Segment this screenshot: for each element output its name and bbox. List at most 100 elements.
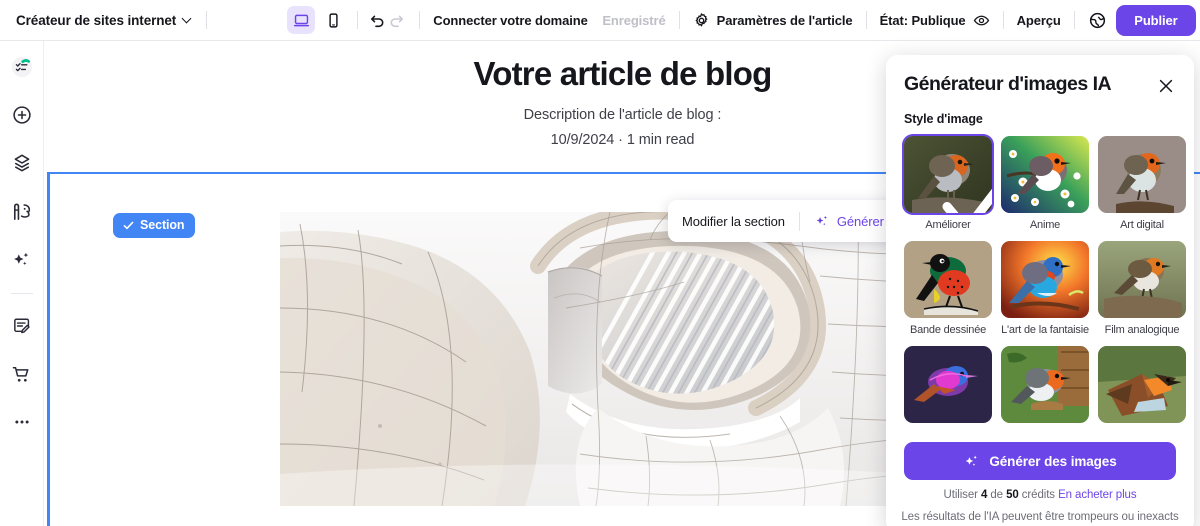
gear-icon: [695, 12, 708, 26]
divider: [206, 11, 208, 29]
saved-status: Enregistré: [602, 12, 666, 28]
redo-button[interactable]: [387, 7, 406, 33]
publish-button[interactable]: Publier: [1116, 4, 1196, 36]
style-thumbnail: [1098, 136, 1186, 213]
credits-used: 4: [980, 489, 988, 501]
brand-label: Créateur de sites internet: [16, 12, 177, 28]
layers-icon: [14, 154, 29, 172]
generate-section-button[interactable]: Générer u: [814, 213, 895, 229]
style-label: Film analogique: [1104, 324, 1180, 336]
robin-analog-film-image: [1098, 241, 1186, 318]
plus-circle-icon: [12, 106, 31, 124]
sidebar-item-ai[interactable]: [6, 243, 38, 275]
close-panel-button[interactable]: [1156, 76, 1176, 96]
robin-neon-image: [904, 346, 992, 423]
section-float-toolbar: Modifier la section Générer u: [668, 200, 909, 242]
sidebar-divider: [10, 293, 33, 294]
divider: [357, 11, 359, 29]
style-option-art-digital[interactable]: Art digital: [1098, 136, 1186, 241]
robin-comic-image: [904, 241, 992, 318]
sidebar-item-layers[interactable]: [6, 147, 38, 179]
style-option-8[interactable]: [1001, 346, 1089, 439]
style-option-7[interactable]: [904, 346, 992, 439]
divider: [865, 11, 867, 29]
device-toggle-group: [287, 6, 347, 34]
divider: [1002, 11, 1004, 29]
sparkles-icon: [14, 252, 29, 265]
section-badge[interactable]: Section: [113, 213, 196, 238]
shopping-cart-icon: [12, 366, 29, 382]
sidebar-item-blog[interactable]: [6, 310, 38, 342]
close-icon: [1159, 79, 1173, 93]
style-thumbnail: [904, 241, 992, 318]
style-label: Anime: [1029, 219, 1061, 231]
style-option-9[interactable]: [1098, 346, 1186, 439]
style-thumbnail: [1098, 346, 1186, 423]
app-root: Créateur de sites internet Connecter vot…: [0, 0, 1200, 526]
connect-domain-button[interactable]: Connecter votre domaine: [433, 13, 588, 28]
top-toolbar: Créateur de sites internet Connecter vot…: [0, 0, 1200, 41]
style-option-anime[interactable]: Anime: [1001, 136, 1089, 241]
brand-menu[interactable]: Créateur de sites internet: [0, 13, 193, 28]
sparkles-icon: [816, 215, 827, 226]
style-thumbnail: [1001, 136, 1089, 213]
style-option-film-analogique[interactable]: Film analogique: [1098, 241, 1186, 346]
credits-prefix: Utiliser: [943, 489, 978, 501]
mobile-view-button[interactable]: [319, 6, 347, 34]
generate-images-button[interactable]: Générer des images: [904, 442, 1176, 480]
credits-line: Utiliser 4 de 50 crédits En acheter plus: [886, 489, 1194, 501]
globe-icon: [1089, 12, 1105, 28]
style-option-ameliorer[interactable]: Améliorer: [904, 136, 992, 241]
generate-images-label: Générer des images: [989, 453, 1117, 469]
article-settings-button[interactable]: Paramètres de l'article: [693, 12, 853, 29]
credits-suffix: crédits: [1021, 489, 1055, 501]
style-section-label: Style d'image: [904, 112, 983, 126]
undo-arrow-icon: [371, 15, 384, 27]
style-label: Art digital: [1120, 219, 1164, 231]
style-option-art-fantaisie[interactable]: L'art de la fantaisie: [1001, 241, 1089, 346]
ai-image-generator-panel: Générateur d'images IA Style d'image Amé…: [886, 55, 1194, 526]
robin-low-poly-image: [1098, 346, 1186, 423]
style-label: L'art de la fantaisie: [1001, 324, 1089, 336]
section-badge-label: Section: [140, 218, 185, 232]
robin-anime-image: [1001, 136, 1089, 213]
redo-arrow-icon: [390, 15, 404, 27]
style-thumbnail: [904, 136, 992, 213]
desktop-view-button[interactable]: [287, 6, 316, 34]
check-icon: [123, 221, 134, 229]
sidebar-item-more[interactable]: [6, 406, 38, 438]
paint-palette-icon: [13, 202, 31, 220]
robin-3d-render-image: [1001, 346, 1089, 423]
robin-fantasy-art-image: [1001, 241, 1089, 318]
divider: [1073, 11, 1075, 29]
style-grid: Améliorer Anime Art digital Bande dessin…: [904, 136, 1186, 439]
credits-total: 50: [1006, 489, 1019, 501]
style-label: Améliorer: [925, 219, 971, 231]
post-state-label: État: Publique: [879, 12, 966, 28]
pages-checklist-icon: [11, 56, 32, 78]
buy-more-credits-link[interactable]: En acheter plus: [1058, 489, 1137, 501]
ai-disclaimer: Les résultats de l'IA peuvent être tromp…: [901, 511, 1179, 523]
style-thumbnail: [1001, 241, 1089, 318]
left-sidebar: [0, 41, 44, 526]
sidebar-item-theme[interactable]: [6, 195, 38, 227]
credits-mid: de: [990, 489, 1003, 501]
sidebar-item-store[interactable]: [6, 358, 38, 390]
preview-button[interactable]: Aperçu: [1017, 13, 1061, 28]
mobile-phone-icon: [329, 12, 338, 28]
post-state-button[interactable]: État: Publique: [880, 12, 990, 29]
article-settings-label: Paramètres de l'article: [716, 12, 853, 28]
sparkles-icon: [966, 455, 978, 466]
style-thumbnail: [1098, 241, 1186, 318]
style-label: Bande dessinée: [909, 324, 987, 336]
edit-section-button[interactable]: Modifier la section: [682, 214, 785, 229]
check-icon: [942, 188, 992, 213]
sidebar-item-pages[interactable]: [6, 51, 38, 83]
site-language-button[interactable]: [1088, 7, 1107, 33]
divider: [678, 11, 680, 29]
panel-header: Générateur d'images IA: [904, 55, 1176, 96]
style-option-bande-dessinee[interactable]: Bande dessinée: [904, 241, 992, 346]
sidebar-item-add[interactable]: [6, 99, 38, 131]
style-thumbnail: [1001, 346, 1089, 423]
undo-button[interactable]: [368, 7, 387, 33]
